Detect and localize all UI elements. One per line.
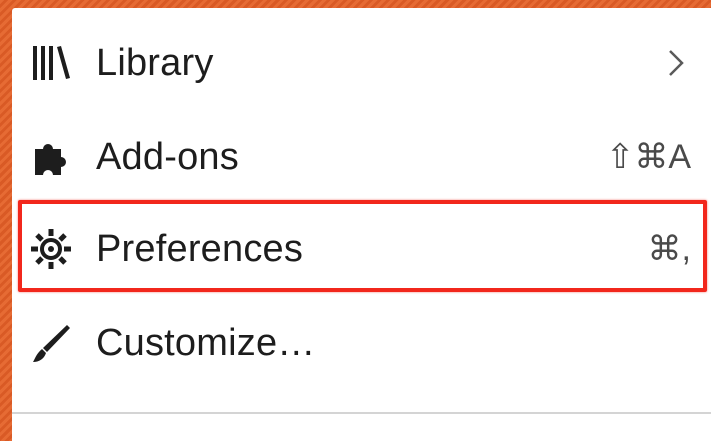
menu-item-addons[interactable]: Add-ons ⇧⌘A — [12, 112, 711, 202]
highlight-box — [18, 200, 707, 292]
shortcut-text: ⇧⌘A — [605, 138, 691, 176]
menu-separator — [12, 412, 711, 414]
library-icon — [28, 40, 74, 86]
chevron-right-icon — [669, 50, 684, 76]
menu-item-label: Add-ons — [96, 136, 239, 178]
menu-item-library[interactable]: Library — [12, 18, 711, 108]
menu-item-customize[interactable]: Customize… — [12, 298, 711, 388]
puzzle-icon — [28, 134, 74, 180]
menu-item-label: Library — [96, 42, 214, 84]
menu-item-label: Customize… — [96, 322, 316, 364]
brush-icon — [28, 320, 74, 366]
